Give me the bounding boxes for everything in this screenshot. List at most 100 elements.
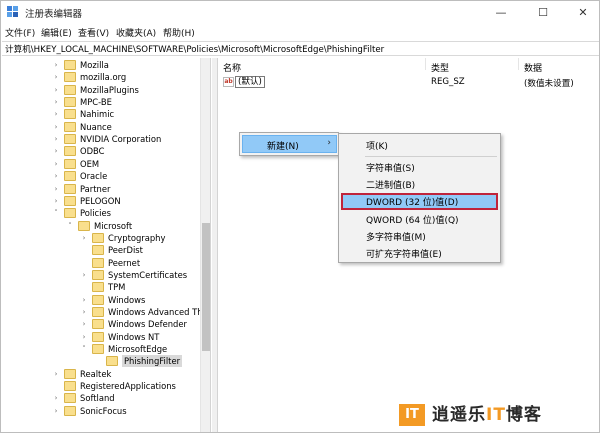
tree-item[interactable]: › Softland xyxy=(2,392,199,404)
chevron-down-icon[interactable]: ˅ xyxy=(52,207,60,219)
tree-item-label: Oracle xyxy=(80,171,108,182)
tree-item[interactable]: › Realtek xyxy=(2,368,199,380)
tree-item[interactable]: › mozilla.org xyxy=(2,71,199,83)
folder-icon xyxy=(92,232,104,243)
chevron-right-icon[interactable]: › xyxy=(52,145,60,157)
column-header-data[interactable]: 数据 xyxy=(524,61,542,74)
tree-item[interactable]: › ODBC xyxy=(2,145,199,157)
tree-item[interactable]: ˅ Microsoft xyxy=(2,220,199,232)
chevron-right-icon[interactable]: › xyxy=(52,158,60,170)
tree-item[interactable]: ˅ MicrosoftEdge xyxy=(2,343,199,355)
minimize-icon: — xyxy=(495,5,507,19)
tree-item[interactable]: › PELOGON xyxy=(2,195,199,207)
chevron-down-icon[interactable]: ˅ xyxy=(80,343,88,355)
chevron-down-icon[interactable]: ˅ xyxy=(66,220,74,232)
chevron-right-icon[interactable]: › xyxy=(80,306,88,318)
chevron-right-icon[interactable]: › xyxy=(52,368,60,380)
chevron-right-icon[interactable]: › xyxy=(80,294,88,306)
tree-item[interactable]: › Nuance xyxy=(2,121,199,133)
folder-icon xyxy=(64,158,76,169)
chevron-right-icon[interactable]: › xyxy=(52,195,60,207)
tree-item[interactable]: › SystemCertificates xyxy=(2,269,199,281)
chevron-right-icon[interactable]: › xyxy=(80,318,88,330)
tree-item-label: Microsoft xyxy=(94,220,133,231)
value-name[interactable]: (默认) xyxy=(235,76,265,88)
tree-item[interactable]: TPM xyxy=(2,281,199,293)
tree-item[interactable]: › Windows NT xyxy=(2,331,199,343)
column-header-type[interactable]: 类型 xyxy=(431,61,449,74)
address-bar[interactable]: 计算机\HKEY_LOCAL_MACHINE\SOFTWARE\Policies… xyxy=(2,41,599,56)
chevron-right-icon[interactable] xyxy=(80,244,88,256)
tree-item[interactable]: › Windows xyxy=(2,294,199,306)
tree-item[interactable]: › Cryptography xyxy=(2,232,199,244)
folder-icon xyxy=(78,220,90,231)
column-divider[interactable] xyxy=(518,58,519,70)
pane-splitter[interactable] xyxy=(212,58,218,432)
tree-item-label: TPM xyxy=(108,282,126,293)
tree-item[interactable]: › Windows Advanced Th xyxy=(2,306,203,318)
submenu-item-key[interactable]: 项(K) xyxy=(341,137,498,152)
chevron-right-icon[interactable]: › xyxy=(52,392,60,404)
chevron-right-icon[interactable]: › xyxy=(80,269,88,281)
menu-file[interactable]: 文件(F) xyxy=(5,26,35,39)
tree-item[interactable]: › Nahimic xyxy=(2,108,199,120)
close-button[interactable]: ✕ xyxy=(563,1,599,23)
chevron-right-icon[interactable] xyxy=(80,257,88,269)
minimize-button[interactable]: — xyxy=(481,1,521,23)
folder-icon xyxy=(64,72,76,83)
chevron-right-icon[interactable]: › xyxy=(52,96,60,108)
tree-item[interactable]: Peernet xyxy=(2,257,199,269)
chevron-right-icon[interactable]: › xyxy=(52,133,60,145)
submenu-item-expandable-string[interactable]: 可扩充字符串值(E) xyxy=(341,245,498,260)
tree-item[interactable]: ˅ Policies xyxy=(2,207,199,219)
submenu-item-binary[interactable]: 二进制值(B) xyxy=(341,176,498,191)
chevron-right-icon[interactable] xyxy=(94,355,102,367)
chevron-right-icon[interactable]: › xyxy=(52,108,60,120)
context-menu-new[interactable]: 新建(N) › xyxy=(242,135,337,153)
menu-edit[interactable]: 编辑(E) xyxy=(41,26,72,39)
tree-item-label: SystemCertificates xyxy=(108,269,188,280)
chevron-right-icon[interactable]: › xyxy=(52,121,60,133)
tree-item[interactable]: › Oracle xyxy=(2,170,199,182)
submenu-item-dword[interactable]: DWORD (32 位)值(D) xyxy=(341,193,498,210)
tree-item[interactable]: › Windows Defender xyxy=(2,318,199,330)
tree-item[interactable]: › Mozilla xyxy=(2,59,199,71)
tree-item[interactable]: PeerDist xyxy=(2,244,199,256)
logo-mark: IT xyxy=(399,404,425,426)
chevron-right-icon[interactable]: › xyxy=(52,59,60,71)
logo-text: 逍遥乐IT博客 xyxy=(432,404,542,426)
chevron-right-icon[interactable]: › xyxy=(52,170,60,182)
submenu-item-multistring[interactable]: 多字符串值(M) xyxy=(341,228,498,243)
tree-item[interactable]: › MPC-BE xyxy=(2,96,199,108)
submenu-item-qword[interactable]: QWORD (64 位)值(Q) xyxy=(341,211,498,226)
chevron-right-icon[interactable] xyxy=(80,281,88,293)
title-bar: 注册表编辑器 — ☐ ✕ xyxy=(1,1,599,23)
folder-icon xyxy=(64,393,76,404)
tree-scrollbar-thumb[interactable] xyxy=(202,223,210,351)
tree-item[interactable]: RegisteredApplications xyxy=(2,380,199,392)
chevron-right-icon[interactable] xyxy=(52,380,60,392)
chevron-right-icon[interactable]: › xyxy=(80,232,88,244)
tree-item[interactable]: PhishingFilter xyxy=(2,355,199,368)
tree-item[interactable]: › SonicFocus xyxy=(2,405,199,417)
column-header-name[interactable]: 名称 xyxy=(223,61,241,74)
menu-favorites[interactable]: 收藏夹(A) xyxy=(116,26,156,39)
folder-icon xyxy=(92,319,104,330)
chevron-right-icon[interactable]: › xyxy=(52,183,60,195)
chevron-right-icon[interactable]: › xyxy=(52,405,60,417)
submenu-item-string[interactable]: 字符串值(S) xyxy=(341,159,498,174)
tree-item[interactable]: › OEM xyxy=(2,158,199,170)
chevron-right-icon[interactable]: › xyxy=(80,331,88,343)
tree-item-label: Windows Defender xyxy=(108,319,187,330)
tree-item[interactable]: › MozillaPlugins xyxy=(2,84,199,96)
tree-item[interactable]: › Partner xyxy=(2,183,199,195)
menu-help[interactable]: 帮助(H) xyxy=(163,26,195,39)
column-divider[interactable] xyxy=(425,58,426,70)
tree-item[interactable]: › NVIDIA Corporation xyxy=(2,133,199,145)
menu-view[interactable]: 查看(V) xyxy=(78,26,109,39)
chevron-right-icon[interactable]: › xyxy=(52,71,60,83)
tree-scrollbar[interactable] xyxy=(200,58,210,432)
maximize-button[interactable]: ☐ xyxy=(523,1,563,23)
chevron-right-icon[interactable]: › xyxy=(52,84,60,96)
tree-item-label: RegisteredApplications xyxy=(80,381,176,392)
